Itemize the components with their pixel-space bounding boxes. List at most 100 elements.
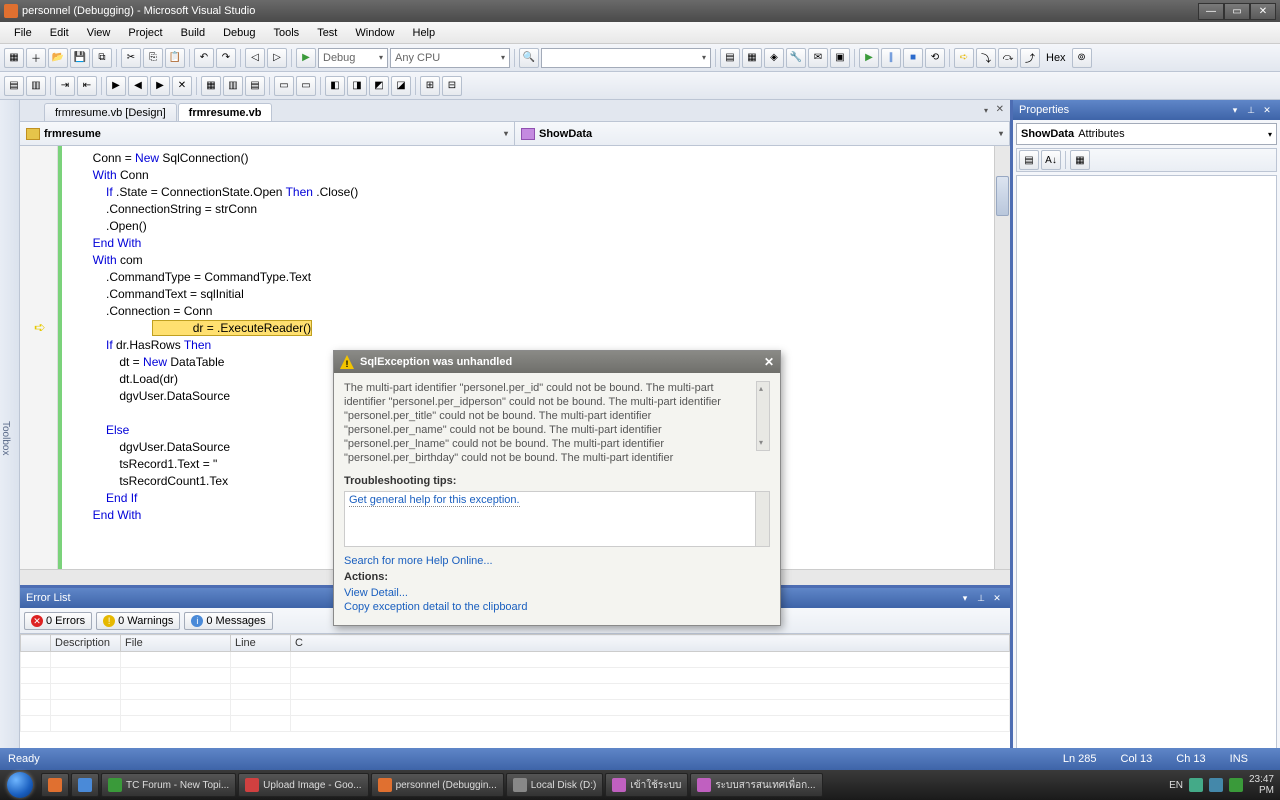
props-alpha-button[interactable]: A↓	[1041, 150, 1061, 170]
tab-design[interactable]: frmresume.vb [Design]	[44, 103, 177, 121]
props-pin-icon[interactable]: ⊥	[1244, 103, 1258, 117]
props-close-icon[interactable]: ✕	[1260, 103, 1274, 117]
add-item-button[interactable]: ＋	[26, 48, 46, 68]
tab-order-button[interactable]: ▭	[274, 76, 294, 96]
panel-pin-icon[interactable]: ⊥	[974, 591, 988, 605]
tab-close-icon[interactable]: ✕	[996, 104, 1004, 115]
save-button[interactable]: 💾	[70, 48, 90, 68]
comment-button[interactable]: ▤	[4, 76, 24, 96]
show-next-stmt-button[interactable]: ➪	[954, 48, 974, 68]
menu-view[interactable]: View	[79, 25, 119, 41]
close-button[interactable]: ✕	[1250, 3, 1276, 20]
t3[interactable]: ◩	[369, 76, 389, 96]
open-button[interactable]: 📂	[48, 48, 68, 68]
solution-explorer-button[interactable]: ▤	[720, 48, 740, 68]
taskbar-item[interactable]: personnel (Debuggin...	[371, 773, 504, 797]
toolbox-button[interactable]: 🔧	[786, 48, 806, 68]
outdent-button[interactable]: ⇤	[77, 76, 97, 96]
toolbox-tab[interactable]: Toolbox	[0, 100, 20, 770]
paste-button[interactable]: 📋	[165, 48, 185, 68]
panel-dropdown-icon[interactable]: ▾	[958, 591, 972, 605]
redo-button[interactable]: ↷	[216, 48, 236, 68]
props-dropdown-icon[interactable]: ▾	[1228, 103, 1242, 117]
menu-edit[interactable]: Edit	[42, 25, 77, 41]
taskbar-item[interactable]: TC Forum - New Topi...	[101, 773, 236, 797]
taskbar-item[interactable]: Local Disk (D:)	[506, 773, 604, 797]
nav-fwd-button[interactable]: ▷	[267, 48, 287, 68]
taskbar-item[interactable]: ระบบสารสนเทศเพื่อก...	[690, 773, 822, 797]
save-all-button[interactable]: ⧉	[92, 48, 112, 68]
view-detail-link[interactable]: View Detail...	[344, 587, 770, 599]
tab-overflow-icon[interactable]: ▾	[984, 106, 988, 115]
pause-button[interactable]: ∥	[881, 48, 901, 68]
error-grid[interactable]: Description File Line C	[20, 634, 1010, 748]
object-browser-button[interactable]: ◈	[764, 48, 784, 68]
search-help-link[interactable]: Search for more Help Online...	[344, 555, 770, 567]
layout-align-button[interactable]: ▥	[223, 76, 243, 96]
props-grid[interactable]	[1016, 175, 1277, 767]
bookmark-next-button[interactable]: ▶	[150, 76, 170, 96]
t6[interactable]: ⊟	[442, 76, 462, 96]
copy-button[interactable]: ⎘	[143, 48, 163, 68]
lock-button[interactable]: ▭	[296, 76, 316, 96]
minimize-button[interactable]: —	[1198, 3, 1224, 20]
command-window-button[interactable]: ▣	[830, 48, 850, 68]
menu-build[interactable]: Build	[173, 25, 213, 41]
step-into-button[interactable]: ⤵	[976, 48, 996, 68]
hex-label[interactable]: Hex	[1046, 52, 1066, 64]
menu-debug[interactable]: Debug	[215, 25, 263, 41]
menu-project[interactable]: Project	[120, 25, 170, 41]
errors-filter[interactable]: ✕0 Errors	[24, 612, 92, 630]
method-dropdown[interactable]: ShowData	[515, 122, 1010, 145]
taskbar-item[interactable]: เข้าใช้ระบบ	[605, 773, 688, 797]
props-categorized-button[interactable]: ▤	[1019, 150, 1039, 170]
start-page-button[interactable]: ✉	[808, 48, 828, 68]
find-button[interactable]: 🔍	[519, 48, 539, 68]
indent-button[interactable]: ⇥	[55, 76, 75, 96]
menu-help[interactable]: Help	[405, 25, 444, 41]
config-dropdown[interactable]: Debug	[318, 48, 388, 68]
bookmark-clear-button[interactable]: ✕	[172, 76, 192, 96]
menu-test[interactable]: Test	[309, 25, 345, 41]
restart-button[interactable]: ⟲	[925, 48, 945, 68]
vertical-scrollbar[interactable]	[994, 146, 1010, 569]
taskbar-item[interactable]	[71, 773, 99, 797]
bookmark-prev-button[interactable]: ◀	[128, 76, 148, 96]
messages-filter[interactable]: i0 Messages	[184, 612, 272, 630]
tab-code[interactable]: frmresume.vb	[178, 103, 273, 121]
platform-dropdown[interactable]: Any CPU	[390, 48, 510, 68]
start-button[interactable]	[0, 770, 40, 800]
t2[interactable]: ◨	[347, 76, 367, 96]
panel-close-icon[interactable]: ✕	[990, 591, 1004, 605]
bookmark-button[interactable]: ▶	[106, 76, 126, 96]
warnings-filter[interactable]: !0 Warnings	[96, 612, 180, 630]
step-out-button[interactable]: ⤴	[1020, 48, 1040, 68]
stop-button[interactable]: ■	[903, 48, 923, 68]
layout-grid-button[interactable]: ▦	[201, 76, 221, 96]
props-object-selector[interactable]: ShowDataAttributes▾	[1016, 123, 1277, 145]
continue-button[interactable]: ▶	[859, 48, 879, 68]
taskbar-item[interactable]: Upload Image - Goo...	[238, 773, 368, 797]
start-debug-button[interactable]: ▶	[296, 48, 316, 68]
maximize-button[interactable]: ▭	[1224, 3, 1250, 20]
popup-close-icon[interactable]: ✕	[764, 355, 774, 369]
new-project-button[interactable]: ▦	[4, 48, 24, 68]
menu-window[interactable]: Window	[347, 25, 402, 41]
nav-back-button[interactable]: ◁	[245, 48, 265, 68]
lang-indicator[interactable]: EN	[1169, 780, 1183, 791]
clock[interactable]: 23:47PM	[1249, 774, 1274, 796]
class-dropdown[interactable]: frmresume	[20, 122, 515, 145]
msg-scrollbar[interactable]	[756, 381, 770, 451]
breakpoints-button[interactable]: ⊚	[1072, 48, 1092, 68]
t5[interactable]: ⊞	[420, 76, 440, 96]
menu-tools[interactable]: Tools	[266, 25, 308, 41]
step-over-button[interactable]: ⤼	[998, 48, 1018, 68]
tray-icon[interactable]	[1209, 778, 1223, 792]
uncomment-button[interactable]: ▥	[26, 76, 46, 96]
properties-button[interactable]: ▦	[742, 48, 762, 68]
tray-icon[interactable]	[1189, 778, 1203, 792]
t1[interactable]: ◧	[325, 76, 345, 96]
layout-size-button[interactable]: ▤	[245, 76, 265, 96]
tips-scrollbar[interactable]	[755, 492, 769, 546]
menu-file[interactable]: File	[6, 25, 40, 41]
